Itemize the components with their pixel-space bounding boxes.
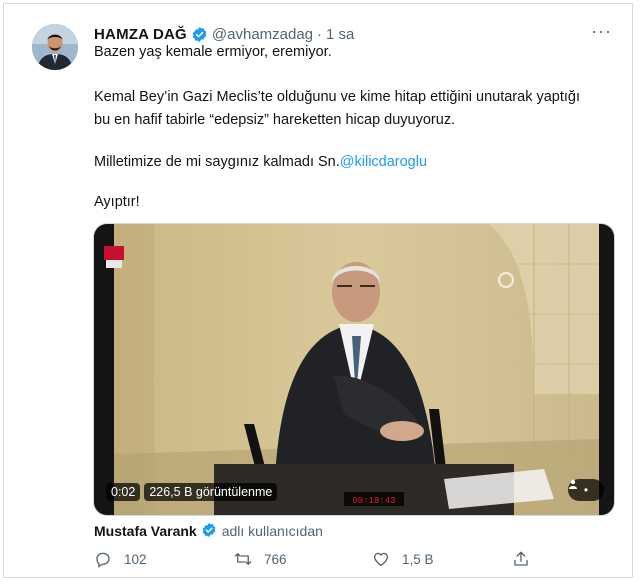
video-frame: 00:18:43: [94, 224, 614, 515]
like-button[interactable]: 1,5 B: [372, 550, 434, 568]
tweet-time[interactable]: 1 sa: [326, 26, 354, 43]
verified-badge-icon: [201, 522, 218, 539]
tweet-text-line-1: Bazen yaş kemale ermiyor, eremiyor.: [94, 44, 332, 60]
tweet-text-line-2: Kemal Bey’in Gazi Meclis’te olduğunu ve …: [94, 89, 581, 105]
video-info-badges: 0:02 226,5 B görüntülenme: [106, 483, 278, 501]
share-button[interactable]: [512, 550, 530, 568]
tweet-header: HAMZA DAĞ @avhamzadag · 1 sa: [94, 26, 354, 43]
tweet-text-line-5: Ayıptır!: [94, 194, 140, 210]
reply-count: 102: [124, 551, 147, 567]
tweet-text-line-4: Milletimize de mi saygınız kalmadı Sn.@k…: [94, 153, 427, 172]
more-icon[interactable]: ···: [591, 22, 612, 40]
video-timer: 00:18:43: [352, 496, 395, 506]
like-icon: [373, 552, 389, 567]
separator-dot: ·: [317, 26, 323, 43]
like-count: 1,5 B: [402, 551, 434, 567]
author-handle[interactable]: @avhamzadag: [212, 26, 313, 43]
video-player[interactable]: 00:18:43 0:02 226,5 B görüntülenme •: [93, 223, 615, 516]
tweet-text-line-4-text: Milletimize de mi saygınız kalmadı Sn.: [94, 154, 340, 170]
tagged-user-row: Mustafa Varank adlı kullanıcıdan: [94, 522, 323, 539]
tweet-text-line-3: bu en hafif tabirle “edepsiz” hareketten…: [94, 112, 456, 128]
reply-icon: [96, 552, 110, 568]
verified-badge-icon: [191, 26, 208, 43]
author-name[interactable]: HAMZA DAĞ: [94, 26, 187, 43]
mention-link[interactable]: @kilicdaroglu: [340, 154, 427, 170]
retweet-button[interactable]: 766: [234, 550, 287, 568]
tagged-user-name[interactable]: Mustafa Varank: [94, 523, 197, 539]
action-bar: 102 766 1,5 B: [94, 550, 534, 572]
reply-button[interactable]: 102: [94, 550, 147, 568]
avatar[interactable]: [32, 24, 78, 70]
tag-button[interactable]: •: [568, 479, 604, 501]
share-icon: [514, 551, 528, 566]
dot-icon: •: [583, 483, 589, 497]
person-icon: [569, 479, 577, 489]
retweet-count: 766: [264, 551, 287, 567]
tagged-suffix: adlı kullanıcıdan: [221, 522, 323, 539]
video-views: 226,5 B görüntülenme: [144, 483, 278, 501]
retweet-icon: [234, 553, 252, 565]
tweet-card: HAMZA DAĞ @avhamzadag · 1 sa ··· Bazen y…: [3, 3, 633, 578]
video-duration: 0:02: [106, 483, 141, 501]
